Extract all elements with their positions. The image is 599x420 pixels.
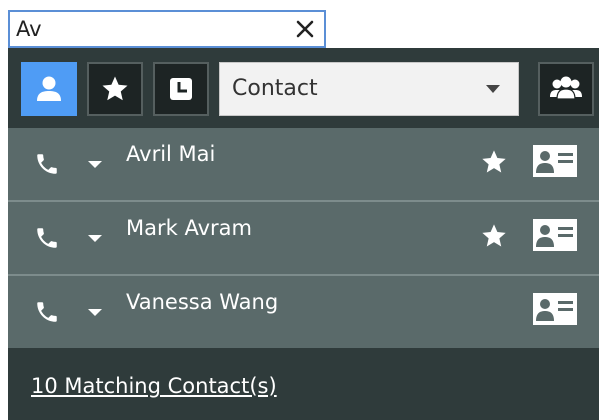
contact-name: Avril Mai xyxy=(126,142,216,166)
star-icon[interactable] xyxy=(480,148,508,176)
contact-list: Avril Mai Mark Avram Vanessa Wang xyxy=(8,128,599,348)
chevron-down-icon[interactable] xyxy=(88,309,102,316)
chevron-down-icon[interactable] xyxy=(88,235,102,242)
toolbar: Contact xyxy=(8,48,599,128)
chevron-down-icon xyxy=(486,85,500,93)
contact-name: Mark Avram xyxy=(126,216,252,240)
team-directory-button[interactable] xyxy=(538,62,594,116)
search-input[interactable] xyxy=(16,15,286,43)
results-footer: 10 Matching Contact(s) xyxy=(8,352,599,420)
star-icon xyxy=(102,76,128,101)
phone-icon[interactable] xyxy=(34,225,60,251)
phone-icon[interactable] xyxy=(34,299,60,325)
search-box[interactable] xyxy=(8,10,326,48)
contact-card-icon[interactable] xyxy=(532,292,578,326)
matching-contacts-link[interactable]: 10 Matching Contact(s) xyxy=(31,374,277,398)
group-icon xyxy=(550,76,582,100)
recent-tab-button[interactable] xyxy=(153,62,209,116)
close-icon xyxy=(296,20,314,38)
filter-dropdown[interactable]: Contact xyxy=(219,62,519,116)
star-icon[interactable] xyxy=(480,222,508,250)
contact-card-icon[interactable] xyxy=(532,218,578,252)
filter-selected-value: Contact xyxy=(232,76,318,101)
contact-row[interactable]: Mark Avram xyxy=(8,202,599,276)
contact-search-panel: Contact Avril Mai Mark Avram Vanessa Wan… xyxy=(8,48,599,420)
contact-name: Vanessa Wang xyxy=(126,290,279,314)
clock-icon xyxy=(170,78,192,100)
favorites-tab-button[interactable] xyxy=(87,62,143,116)
contacts-tab-button[interactable] xyxy=(21,62,77,116)
phone-icon[interactable] xyxy=(34,151,60,177)
contact-card-icon[interactable] xyxy=(532,144,578,178)
person-icon xyxy=(37,76,61,101)
clear-search-button[interactable] xyxy=(292,16,318,42)
contact-row[interactable]: Avril Mai xyxy=(8,128,599,202)
chevron-down-icon[interactable] xyxy=(88,161,102,168)
contact-row[interactable]: Vanessa Wang xyxy=(8,276,599,348)
